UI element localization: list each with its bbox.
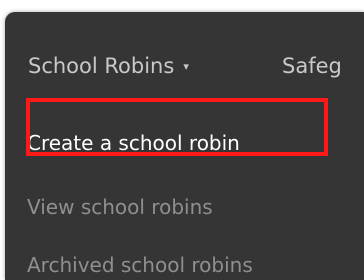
nav-item-school-robins[interactable]: School Robins ▾ — [28, 53, 189, 79]
menu-item-label: Archived school robins — [27, 253, 253, 277]
chevron-down-icon: ▾ — [183, 60, 189, 73]
menu-item-create-school-robin[interactable]: Create a school robin — [27, 131, 240, 155]
menu-item-label: Create a school robin — [27, 131, 240, 155]
menu-item-label: View school robins — [27, 195, 213, 219]
nav-item-safeguarding[interactable]: Safeg — [282, 53, 342, 79]
menu-item-view-school-robins[interactable]: View school robins — [27, 195, 213, 219]
menu-item-archived-school-robins[interactable]: Archived school robins — [27, 253, 253, 277]
navigation-menu: School Robins ▾ Safeg Create a school ro… — [5, 12, 364, 280]
nav-item-label: Safeg — [282, 54, 342, 78]
school-robins-dropdown: Create a school robin View school robins… — [5, 105, 364, 280]
nav-item-label: School Robins — [28, 54, 175, 78]
top-navigation: School Robins ▾ Safeg — [5, 12, 364, 105]
